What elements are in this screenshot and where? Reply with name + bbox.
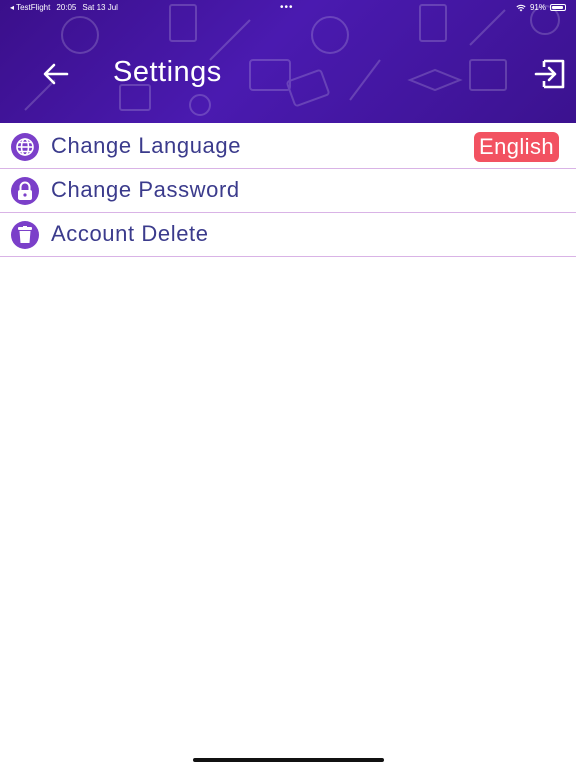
globe-icon xyxy=(11,133,39,161)
wifi-icon xyxy=(516,4,526,11)
settings-item-change-language[interactable]: Change Language English xyxy=(0,125,576,169)
settings-item-change-password[interactable]: Change Password xyxy=(0,169,576,213)
back-to-app-link[interactable]: ◂ TestFlight xyxy=(10,3,50,12)
trash-icon xyxy=(11,221,39,249)
settings-item-label: Account Delete xyxy=(51,221,209,246)
status-date: Sat 13 Jul xyxy=(82,3,118,12)
header-bar: ◂ TestFlight 20:05 Sat 13 Jul ••• 91% Se… xyxy=(0,0,576,123)
back-button[interactable] xyxy=(40,58,72,90)
logout-icon xyxy=(534,59,565,89)
battery-icon xyxy=(550,4,566,11)
settings-item-account-delete[interactable]: Account Delete xyxy=(0,213,576,257)
language-badge[interactable]: English xyxy=(474,132,559,162)
battery-percent: 91% xyxy=(529,3,546,12)
battery-level-fill xyxy=(552,6,563,9)
status-bar: ◂ TestFlight 20:05 Sat 13 Jul ••• 91% xyxy=(0,0,576,16)
lock-icon xyxy=(11,177,39,205)
home-indicator[interactable] xyxy=(193,758,384,762)
logout-button[interactable] xyxy=(533,57,567,91)
status-time: 20:05 xyxy=(56,3,77,12)
settings-item-label: Change Password xyxy=(51,177,240,202)
multitasking-dots[interactable]: ••• xyxy=(280,2,294,13)
arrow-left-icon xyxy=(43,63,69,85)
header-pattern xyxy=(24,4,560,116)
page-title: Settings xyxy=(113,56,222,88)
settings-item-label: Change Language xyxy=(51,133,242,158)
settings-list: Change Language English Change Password … xyxy=(0,125,576,257)
